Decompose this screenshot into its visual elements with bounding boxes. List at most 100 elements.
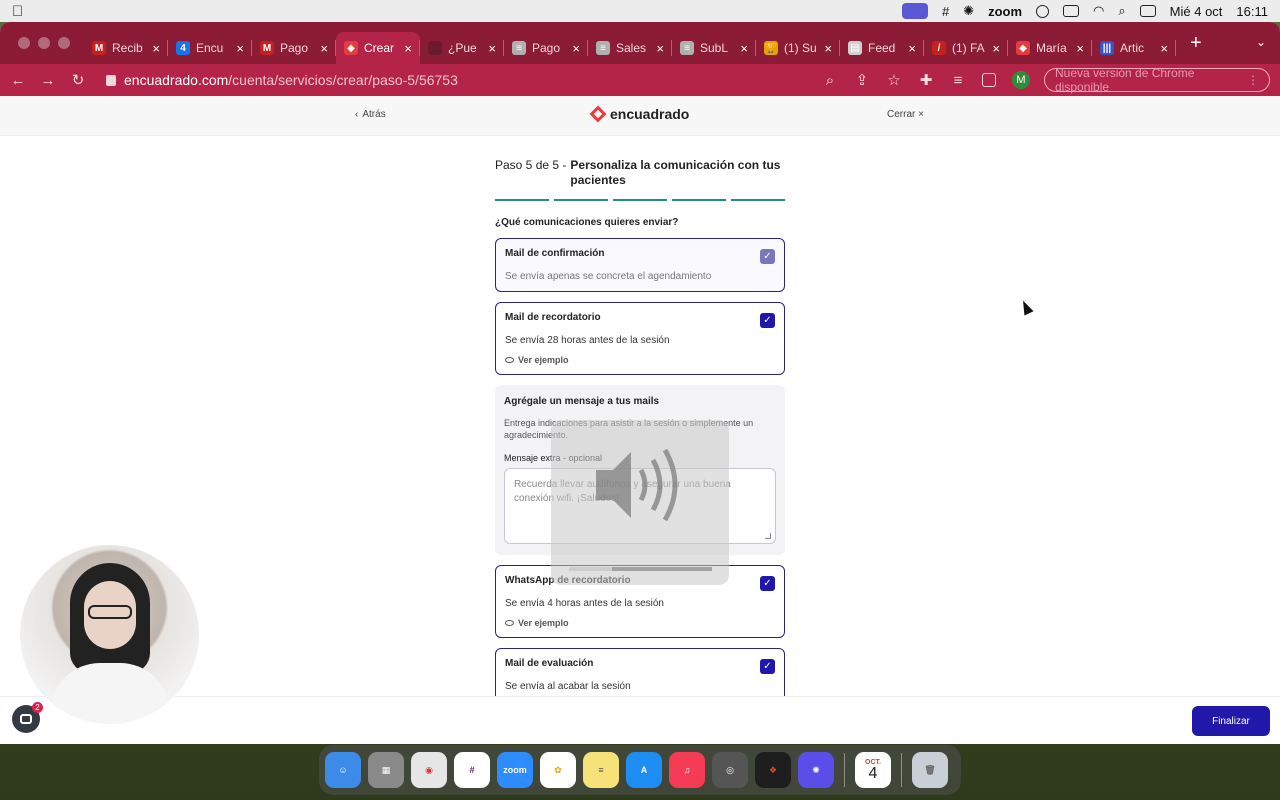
control-center-icon[interactable]	[1139, 5, 1156, 17]
tab-close-icon[interactable]: ×	[488, 41, 496, 56]
confirmation-mail-card[interactable]: Mail de confirmación Se envía apenas se …	[495, 238, 785, 292]
tab-close-icon[interactable]: ×	[1160, 41, 1168, 56]
window-controls	[0, 37, 84, 49]
notes-icon[interactable]: ≡	[583, 752, 619, 788]
view-example-link[interactable]: Ver ejemplo	[505, 618, 775, 628]
browser-tab[interactable]: 🏆 (1) Su ×	[756, 32, 840, 64]
maximize-window-button[interactable]	[58, 37, 70, 49]
screen-record-icon[interactable]	[901, 3, 928, 19]
slack-icon[interactable]: #	[454, 752, 490, 788]
chat-badge: 2	[32, 702, 43, 713]
browser-tab[interactable]: ◆ Crear ×	[336, 32, 420, 64]
extensions-puzzle-icon[interactable]: ✚	[918, 71, 934, 89]
side-panel-icon[interactable]	[982, 73, 996, 87]
share-icon[interactable]: ⇪	[854, 71, 870, 89]
evaluation-checkbox[interactable]: ✓	[760, 659, 775, 674]
tab-close-icon[interactable]: ×	[236, 41, 244, 56]
tab-close-icon[interactable]: ×	[1076, 41, 1084, 56]
back-arrow-icon[interactable]: ←	[10, 72, 26, 89]
menu-date[interactable]: Mié 4 oct	[1170, 4, 1223, 19]
screenshot-icon[interactable]: ◎	[712, 752, 748, 788]
back-link[interactable]: ‹ Atrás	[355, 109, 386, 120]
wizard-footer: Finalizar	[0, 696, 1280, 744]
speaker-volume-icon	[596, 448, 678, 522]
zoom-lens-icon[interactable]: ⌕	[822, 72, 838, 89]
browser-tab[interactable]: ≡ Pago ×	[504, 32, 588, 64]
tab-favicon-icon: M	[92, 41, 106, 55]
webcam-shirt	[50, 663, 170, 724]
browser-tab[interactable]: ¿Pue ×	[420, 32, 504, 64]
search-icon[interactable]: ⌕	[1118, 3, 1125, 19]
finder-icon[interactable]: ☺	[325, 752, 361, 788]
tab-close-icon[interactable]: ×	[320, 41, 328, 56]
battery-icon[interactable]	[1063, 5, 1080, 17]
chrome-icon[interactable]: ◉	[411, 752, 447, 788]
browser-tab[interactable]: ◆ María ×	[1008, 32, 1092, 64]
wifi-icon[interactable]: ◠	[1093, 3, 1104, 19]
reload-icon[interactable]: ↻	[70, 71, 86, 89]
tab-favicon-icon: 🏆	[764, 41, 778, 55]
zoom-app-icon[interactable]: zoom	[497, 752, 533, 788]
tab-close-icon[interactable]: ×	[740, 41, 748, 56]
browser-tab[interactable]: ||| Artic ×	[1092, 32, 1176, 64]
reminder-checkbox[interactable]: ✓	[760, 313, 775, 328]
dock-separator	[901, 753, 902, 787]
tab-search-chevron-icon[interactable]: ⌄	[1256, 35, 1266, 49]
tab-close-icon[interactable]: ×	[404, 41, 412, 56]
tab-close-icon[interactable]: ×	[992, 41, 1000, 56]
minimize-window-button[interactable]	[38, 37, 50, 49]
profile-avatar[interactable]: M	[1012, 71, 1030, 89]
evaluation-mail-card[interactable]: Mail de evaluación Se envía al acabar la…	[495, 648, 785, 702]
resize-handle-icon[interactable]	[765, 533, 771, 539]
zoom-menu-item[interactable]: zoom	[988, 4, 1022, 19]
gear-icon[interactable]: ✺	[963, 3, 974, 19]
trash-icon[interactable]: 🗑	[912, 752, 948, 788]
tab-close-icon[interactable]: ×	[824, 41, 832, 56]
photos-icon[interactable]: ✿	[540, 752, 576, 788]
forward-arrow-icon[interactable]: →	[40, 72, 56, 89]
calendar-icon[interactable]: OCT. 4	[855, 752, 891, 788]
chat-launcher-button[interactable]: 2	[12, 702, 43, 733]
logo-diamond-icon	[589, 105, 607, 123]
apple-icon[interactable]: 	[12, 3, 32, 20]
tab-label: Feed	[868, 41, 896, 55]
browser-tab[interactable]: ▤ Feed ×	[840, 32, 924, 64]
macos-dock: ☺ ▦ ◉ # zoom ✿ ≡ A ♫ ◎ ❖ ✺ OCT. 4 🗑	[319, 745, 961, 795]
new-tab-button[interactable]: +	[1190, 32, 1202, 55]
browser-tab[interactable]: M Pago ×	[252, 32, 336, 64]
browser-tab[interactable]: / (1) FA ×	[924, 32, 1008, 64]
tab-close-icon[interactable]: ×	[572, 41, 580, 56]
address-bar[interactable]: encuadrado.com/cuenta/servicios/crear/pa…	[100, 68, 808, 92]
progress-segment	[495, 199, 549, 201]
lock-icon[interactable]	[106, 74, 116, 86]
kebab-menu-icon[interactable]: ⋮	[1247, 73, 1259, 87]
tab-close-icon[interactable]: ×	[656, 41, 664, 56]
close-window-button[interactable]	[18, 37, 30, 49]
tab-close-icon[interactable]: ×	[152, 41, 160, 56]
launchpad-icon[interactable]: ▦	[368, 752, 404, 788]
figma-menu-icon[interactable]: #	[942, 4, 949, 19]
tab-close-icon[interactable]: ×	[908, 41, 916, 56]
whatsapp-checkbox[interactable]: ✓	[760, 576, 775, 591]
music-icon[interactable]: ♫	[669, 752, 705, 788]
close-link[interactable]: Cerrar ×	[887, 109, 924, 120]
browser-tab[interactable]: ≡ Sales ×	[588, 32, 672, 64]
play-icon[interactable]	[1036, 4, 1050, 18]
figma-icon[interactable]: ❖	[755, 752, 791, 788]
finish-button[interactable]: Finalizar	[1192, 706, 1270, 736]
bookmark-star-icon[interactable]: ☆	[886, 71, 902, 89]
browser-tab[interactable]: M Recib ×	[84, 32, 168, 64]
browser-tab[interactable]: ≡ SubL ×	[672, 32, 756, 64]
system-app-icon[interactable]: ✺	[798, 752, 834, 788]
reminder-mail-card[interactable]: Mail de recordatorio Se envía 28 horas a…	[495, 302, 785, 375]
reading-list-icon[interactable]: ≡	[950, 72, 966, 89]
tab-favicon-icon: ◆	[344, 41, 358, 55]
chrome-update-button[interactable]: Nueva versión de Chrome disponible ⋮	[1044, 66, 1270, 94]
confirmation-checkbox[interactable]: ✓	[760, 249, 775, 264]
menu-time[interactable]: 16:11	[1236, 4, 1268, 19]
view-example-link[interactable]: Ver ejemplo	[505, 355, 775, 365]
browser-tab[interactable]: 4 Encu ×	[168, 32, 252, 64]
app-store-icon[interactable]: A	[626, 752, 662, 788]
view-example-label: Ver ejemplo	[518, 618, 569, 628]
tab-label: SubL	[700, 41, 729, 55]
